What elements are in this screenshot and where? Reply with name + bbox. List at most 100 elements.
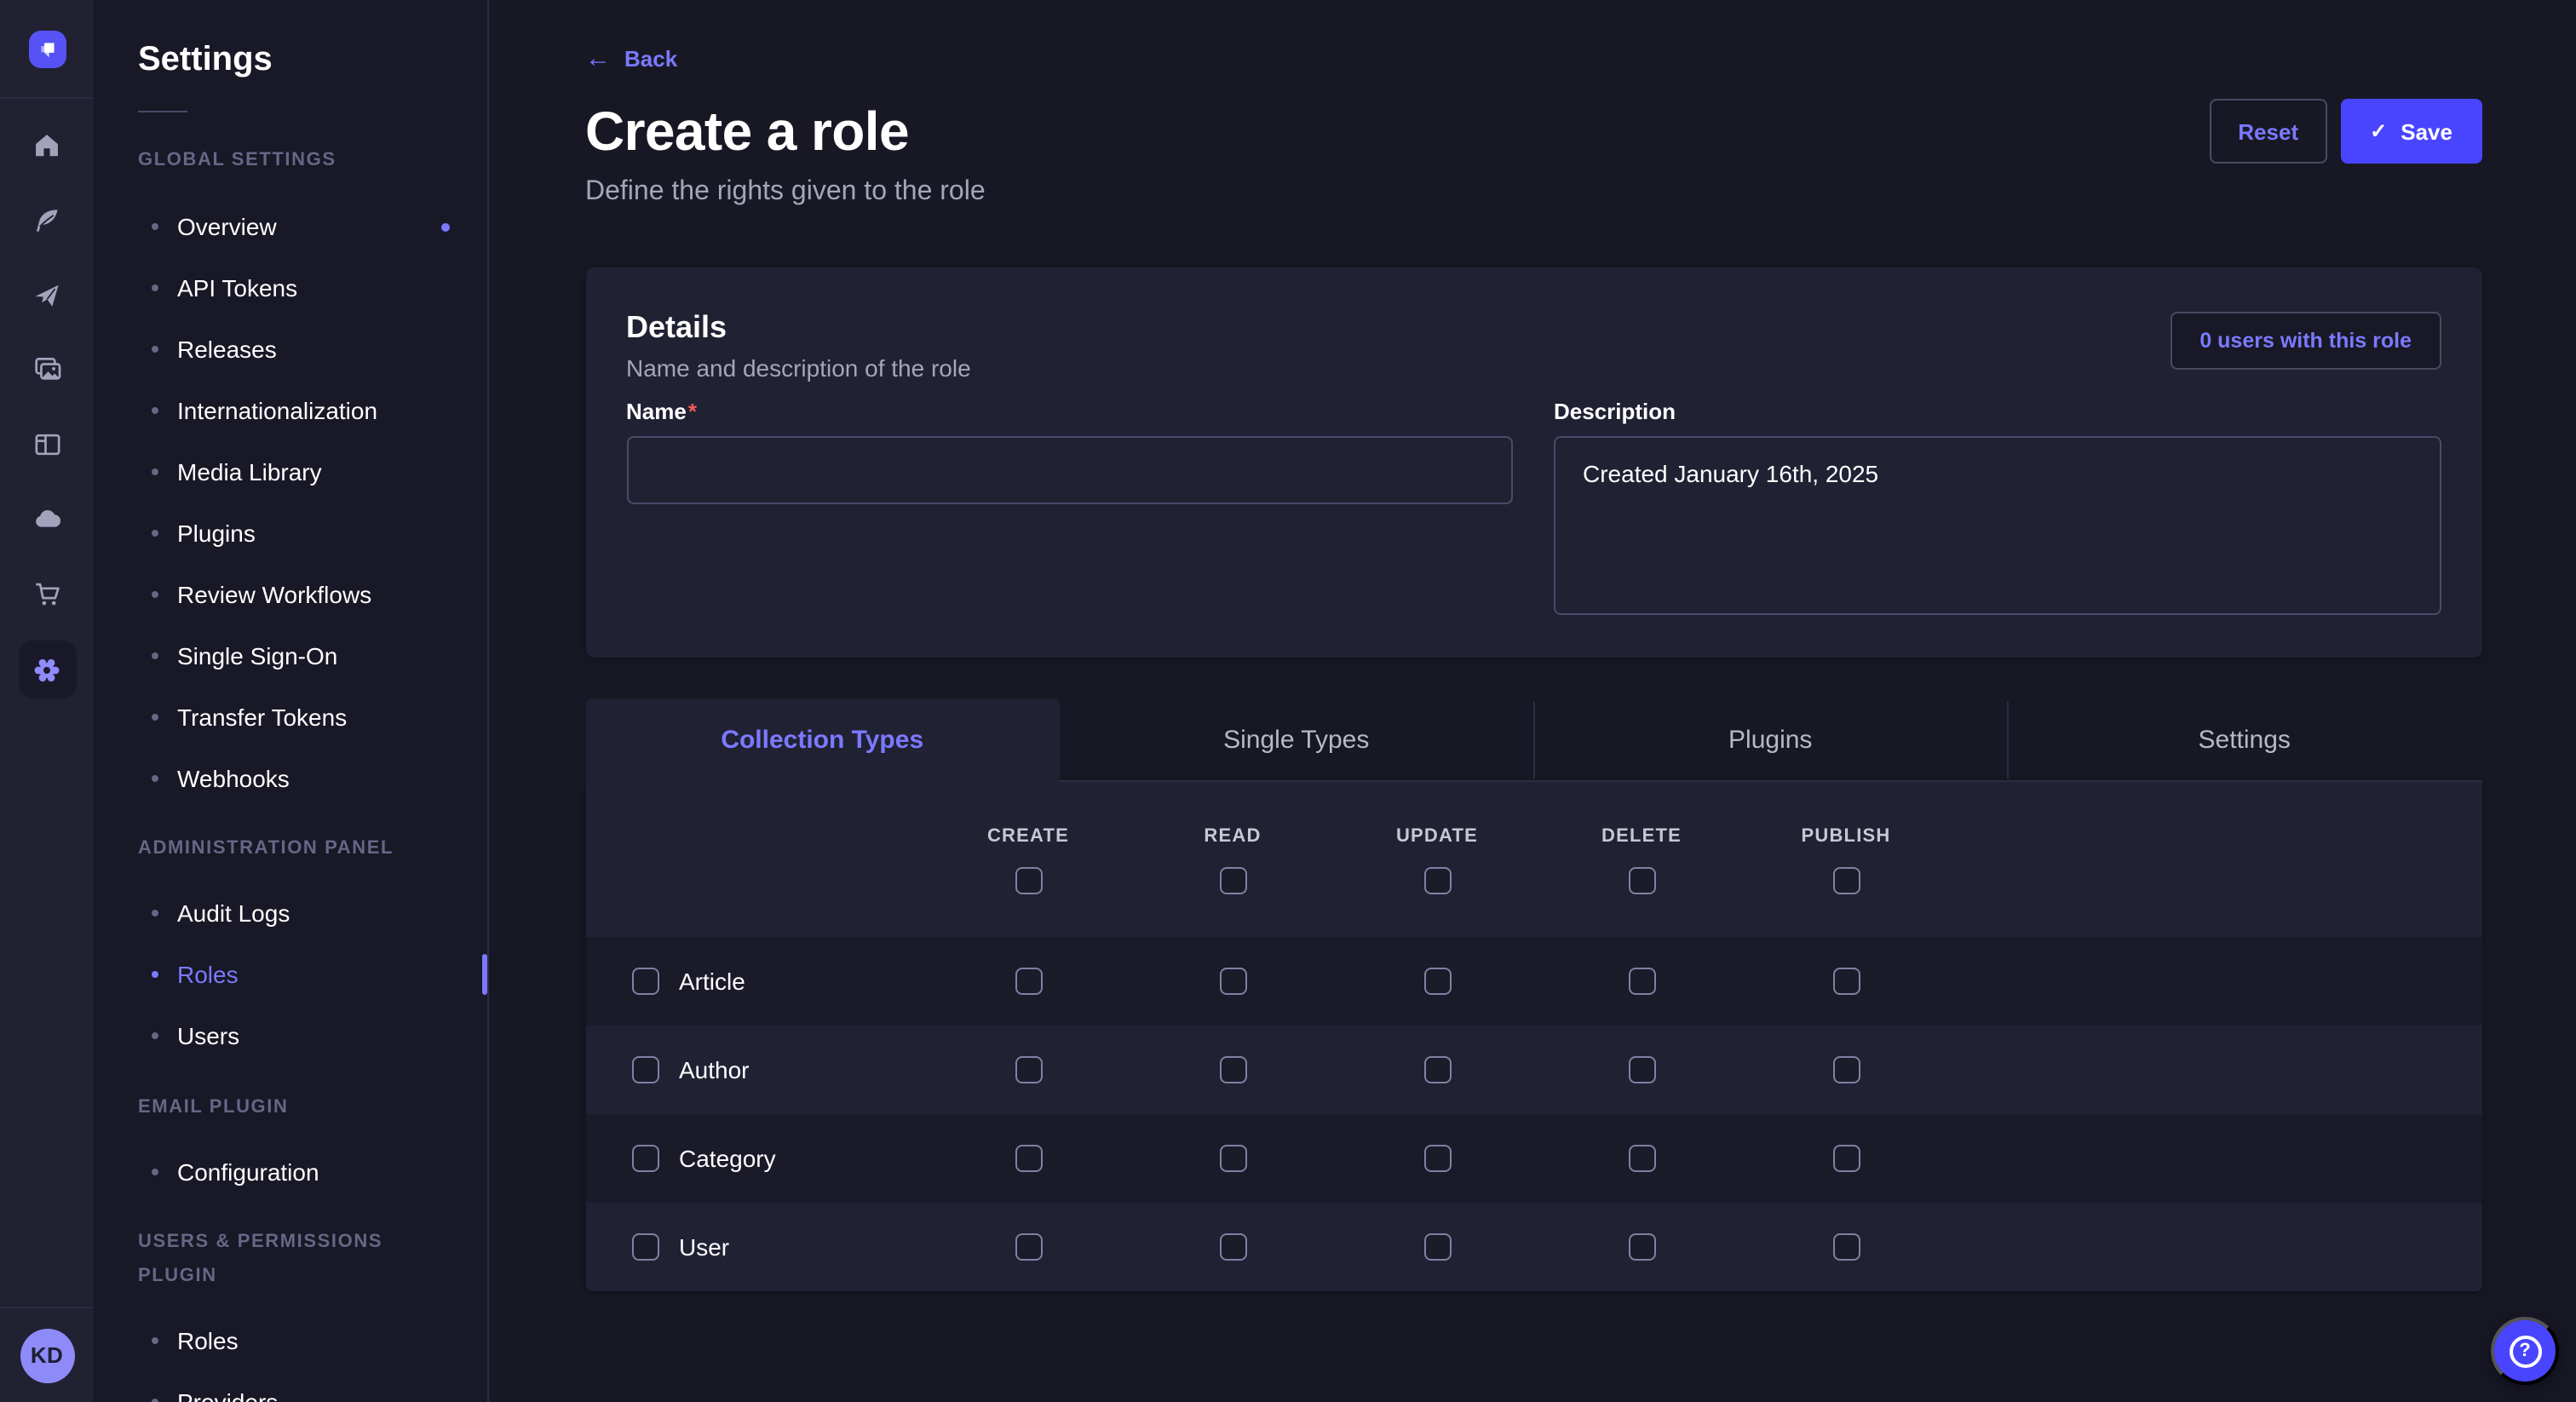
column-header-publish: PUBLISH bbox=[1802, 826, 1891, 847]
select-all-delete-checkbox[interactable] bbox=[1628, 867, 1655, 894]
rail-item-cloud[interactable] bbox=[0, 482, 94, 557]
tab-settings[interactable]: Settings bbox=[2008, 698, 2482, 782]
bullet-icon bbox=[152, 971, 158, 978]
read-checkbox[interactable] bbox=[1219, 968, 1246, 995]
publish-checkbox[interactable] bbox=[1832, 1233, 1860, 1261]
sidebar-item-transfer-tokens[interactable]: Transfer Tokens bbox=[138, 687, 446, 748]
save-button[interactable]: ✓ Save bbox=[2341, 99, 2481, 164]
sidebar-item-label: Media Library bbox=[177, 458, 322, 486]
bullet-icon bbox=[152, 591, 158, 598]
select-all-create-checkbox[interactable] bbox=[1015, 867, 1042, 894]
sidebar-item-releases[interactable]: Releases bbox=[138, 319, 446, 380]
table-row-author: Author bbox=[585, 1026, 2481, 1114]
create-checkbox[interactable] bbox=[1015, 1233, 1042, 1261]
cart-icon bbox=[32, 579, 62, 610]
subnav-title: Settings bbox=[138, 0, 446, 77]
sidebar-item-review-workflows[interactable]: Review Workflows bbox=[138, 564, 446, 625]
details-subheading: Name and description of the role bbox=[626, 353, 2441, 383]
strapi-logo[interactable] bbox=[28, 30, 66, 67]
paper-plane-icon bbox=[32, 280, 61, 309]
delete-checkbox[interactable] bbox=[1628, 1056, 1655, 1083]
check-icon: ✓ bbox=[2370, 121, 2387, 141]
rail-item-paper-plane[interactable] bbox=[0, 257, 94, 332]
rail-item-layout[interactable] bbox=[0, 407, 94, 482]
update-checkbox[interactable] bbox=[1423, 1056, 1451, 1083]
details-form: Name* Description Created January 16th, … bbox=[626, 397, 2441, 623]
delete-checkbox[interactable] bbox=[1628, 1233, 1655, 1261]
sidebar-item-media-library[interactable]: Media Library bbox=[138, 441, 446, 503]
layout-icon bbox=[32, 429, 62, 460]
publish-checkbox[interactable] bbox=[1832, 1145, 1860, 1172]
sidebar-item-users[interactable]: Users bbox=[138, 1005, 446, 1066]
read-checkbox[interactable] bbox=[1219, 1056, 1246, 1083]
sidebar-item-api-tokens[interactable]: API Tokens bbox=[138, 257, 446, 319]
rail-item-settings[interactable] bbox=[0, 632, 94, 707]
create-checkbox[interactable] bbox=[1015, 1145, 1042, 1172]
delete-checkbox[interactable] bbox=[1628, 1145, 1655, 1172]
row-select-checkbox[interactable] bbox=[631, 1233, 658, 1261]
delete-checkbox[interactable] bbox=[1628, 968, 1655, 995]
create-checkbox[interactable] bbox=[1015, 1056, 1042, 1083]
global-settings-list: Overview API Tokens Releases Internation… bbox=[138, 196, 446, 809]
sidebar-item-roles-admin[interactable]: Roles bbox=[138, 944, 446, 1005]
section-label-global-settings: GLOBAL SETTINGS bbox=[138, 143, 446, 177]
tab-single-types[interactable]: Single Types bbox=[1060, 698, 1534, 782]
user-avatar[interactable]: KD bbox=[20, 1328, 74, 1382]
bullet-icon bbox=[152, 1337, 158, 1344]
cloud-icon bbox=[32, 504, 62, 535]
sidebar-item-single-sign-on[interactable]: Single Sign-On bbox=[138, 625, 446, 687]
create-checkbox[interactable] bbox=[1015, 968, 1042, 995]
question-mark-icon: ? bbox=[2509, 1335, 2541, 1367]
section-label-administration-panel: ADMINISTRATION PANEL bbox=[138, 831, 446, 865]
select-all-publish-checkbox[interactable] bbox=[1832, 867, 1860, 894]
rail-item-feather[interactable] bbox=[0, 182, 94, 257]
sidebar-item-configuration[interactable]: Configuration bbox=[138, 1141, 446, 1203]
publish-checkbox[interactable] bbox=[1832, 1056, 1860, 1083]
read-checkbox[interactable] bbox=[1219, 1145, 1246, 1172]
sidebar-item-audit-logs[interactable]: Audit Logs bbox=[138, 882, 446, 944]
sidebar-item-overview[interactable]: Overview bbox=[138, 196, 446, 257]
tab-plugins[interactable]: Plugins bbox=[1533, 698, 2008, 782]
sidebar-item-label: Audit Logs bbox=[177, 899, 290, 927]
sidebar-item-providers[interactable]: Providers bbox=[138, 1371, 446, 1402]
bullet-icon bbox=[152, 1399, 158, 1402]
sidebar-item-webhooks[interactable]: Webhooks bbox=[138, 748, 446, 809]
select-all-read-checkbox[interactable] bbox=[1219, 867, 1246, 894]
permissions-column-labels: CREATE READ UPDATE DELETE PUBLISH bbox=[585, 826, 2481, 847]
sidebar-item-plugins[interactable]: Plugins bbox=[138, 503, 446, 564]
help-button[interactable]: ? bbox=[2491, 1317, 2559, 1385]
bullet-icon bbox=[152, 652, 158, 659]
update-checkbox[interactable] bbox=[1423, 968, 1451, 995]
bullet-icon bbox=[152, 407, 158, 414]
update-checkbox[interactable] bbox=[1423, 1233, 1451, 1261]
row-select-checkbox[interactable] bbox=[631, 1145, 658, 1172]
name-input[interactable] bbox=[626, 436, 1513, 504]
update-checkbox[interactable] bbox=[1423, 1145, 1451, 1172]
sidebar-item-label: Internationalization bbox=[177, 397, 377, 424]
row-select-checkbox[interactable] bbox=[631, 1056, 658, 1083]
bullet-icon bbox=[152, 1169, 158, 1175]
back-link[interactable]: ← Back bbox=[585, 41, 677, 75]
sidebar-item-internationalization[interactable]: Internationalization bbox=[138, 380, 446, 441]
sidebar-item-label: Roles bbox=[177, 1327, 239, 1354]
bullet-icon bbox=[152, 346, 158, 353]
rail-item-pictures[interactable] bbox=[0, 332, 94, 407]
description-textarea[interactable]: Created January 16th, 2025 bbox=[1554, 436, 2441, 615]
rail-item-home[interactable] bbox=[0, 107, 94, 182]
save-label: Save bbox=[2401, 118, 2452, 144]
read-checkbox[interactable] bbox=[1219, 1233, 1246, 1261]
sidebar-item-label: Single Sign-On bbox=[177, 642, 337, 669]
permissions-panel: CREATE READ UPDATE DELETE PUBLISH bbox=[585, 782, 2481, 1291]
details-heading: Details bbox=[626, 308, 2441, 346]
notification-dot bbox=[441, 223, 450, 232]
tab-collection-types[interactable]: Collection Types bbox=[585, 698, 1060, 782]
page-subtitle: Define the rights given to the role bbox=[585, 175, 2481, 210]
publish-checkbox[interactable] bbox=[1832, 968, 1860, 995]
reset-button[interactable]: Reset bbox=[2209, 99, 2327, 164]
select-all-update-checkbox[interactable] bbox=[1423, 867, 1451, 894]
row-select-checkbox[interactable] bbox=[631, 968, 658, 995]
sidebar-item-roles-up[interactable]: Roles bbox=[138, 1310, 446, 1371]
pictures-icon bbox=[32, 354, 62, 385]
users-with-role-button[interactable]: 0 users with this role bbox=[2171, 312, 2441, 370]
rail-item-cart[interactable] bbox=[0, 557, 94, 632]
